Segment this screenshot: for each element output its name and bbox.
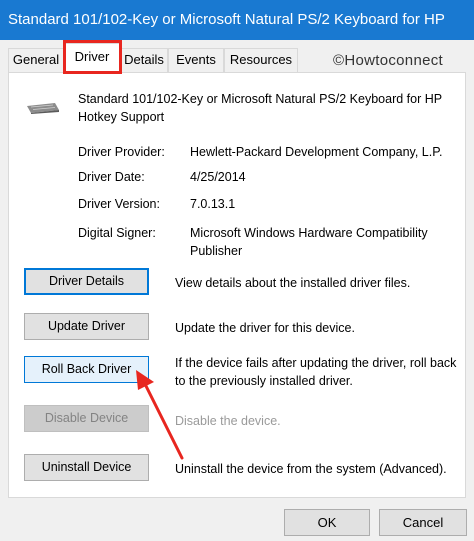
driver-version-label: Driver Version: <box>78 197 160 211</box>
driver-details-button[interactable]: Driver Details <box>24 268 149 295</box>
driver-date-value: 4/25/2014 <box>190 170 246 184</box>
tab-driver[interactable]: Driver <box>64 43 120 73</box>
driver-details-description: View details about the installed driver … <box>175 276 411 290</box>
cancel-button[interactable]: Cancel <box>379 509 467 536</box>
watermark-text: ©Howtoconnect <box>333 52 444 69</box>
device-name: Standard 101/102-Key or Microsoft Natura… <box>78 92 442 124</box>
window-title: Standard 101/102-Key or Microsoft Natura… <box>0 0 474 40</box>
driver-provider-label: Driver Provider: <box>78 145 165 159</box>
digital-signer-value: Microsoft Windows Hardware Compatibility… <box>190 226 428 258</box>
tab-general[interactable]: General <box>8 48 64 72</box>
disable-device-description: Disable the device. <box>175 414 281 428</box>
driver-date-label: Driver Date: <box>78 170 145 184</box>
driver-version-value: 7.0.13.1 <box>190 197 236 211</box>
tab-events[interactable]: Events <box>168 48 224 72</box>
red-arrow-annotation <box>136 370 184 460</box>
tab-resources[interactable]: Resources <box>224 48 298 72</box>
uninstall-device-description: Uninstall the device from the system (Ad… <box>175 462 447 476</box>
ok-button[interactable]: OK <box>284 509 370 536</box>
roll-back-driver-description: If the device fails after updating the d… <box>175 356 457 388</box>
keyboard-icon <box>27 103 59 114</box>
tab-details[interactable]: Details <box>120 48 168 72</box>
digital-signer-label: Digital Signer: <box>78 226 156 240</box>
update-driver-description: Update the driver for this device. <box>175 321 355 335</box>
update-driver-button[interactable]: Update Driver <box>24 313 149 340</box>
driver-provider-value: Hewlett-Packard Development Company, L.P… <box>190 145 443 159</box>
